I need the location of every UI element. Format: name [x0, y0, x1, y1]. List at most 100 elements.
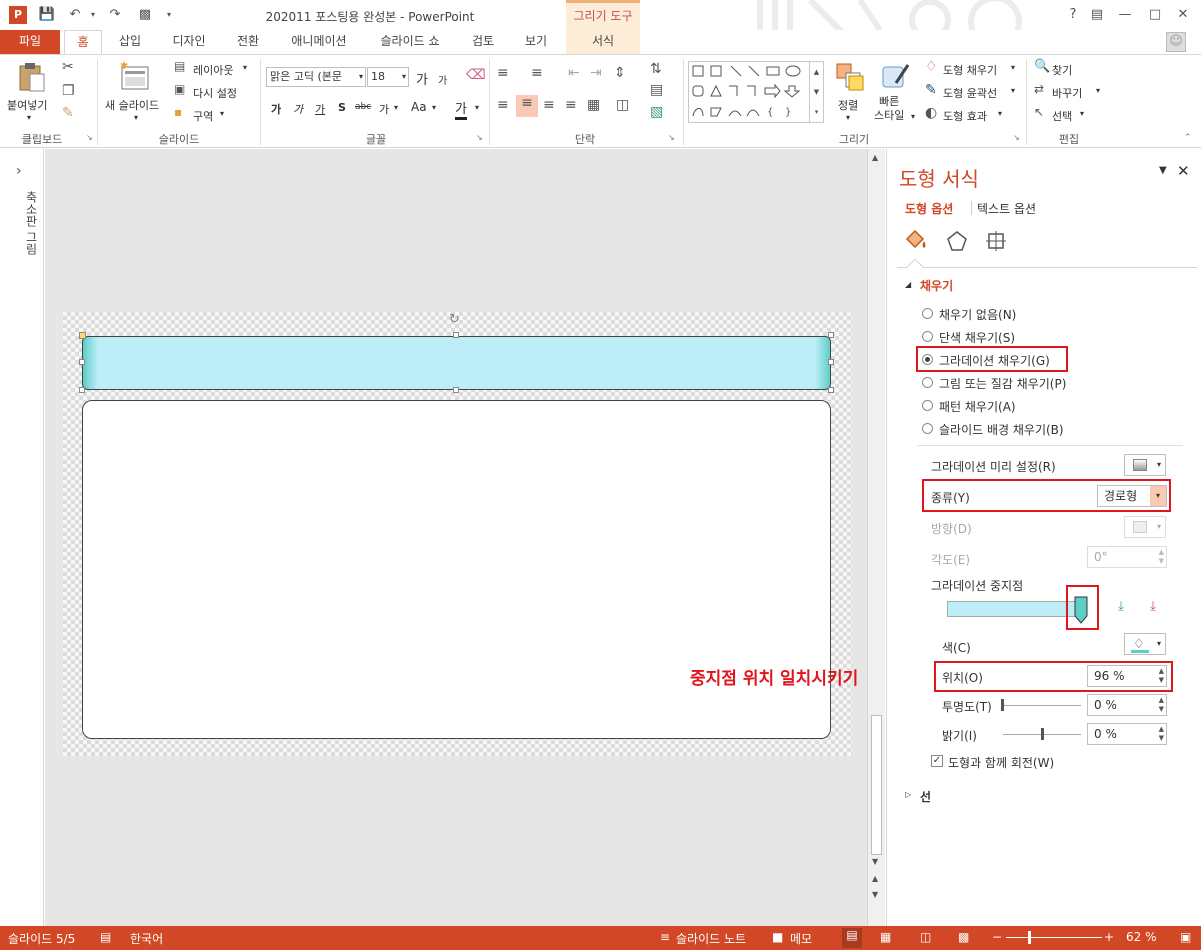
change-case-dropdown-icon[interactable]: ▾ — [432, 103, 436, 112]
decrease-indent-icon[interactable]: ⇤ — [568, 65, 580, 81]
quick-styles-button[interactable]: 빠른 스타일 — [874, 95, 904, 123]
tab-format[interactable]: 서식 — [566, 30, 640, 54]
align-text-icon[interactable]: ▤ — [650, 82, 663, 98]
text-shadow-button[interactable]: S — [338, 101, 346, 114]
scroll-up-icon[interactable]: ▲ — [872, 153, 878, 162]
close-button[interactable]: ✕ — [1172, 6, 1194, 24]
tab-transitions[interactable]: 전환 — [224, 30, 272, 54]
align-left-icon[interactable]: ≡ — [497, 97, 509, 113]
comments-button[interactable]: 메모 — [790, 930, 812, 947]
brightness-slider-thumb[interactable] — [1041, 728, 1044, 740]
add-gradient-stop-icon[interactable]: ⤓ — [1111, 599, 1131, 621]
selection-handle[interactable] — [828, 359, 834, 365]
stop-color-dropdown[interactable]: ♢ ▾ — [1124, 633, 1166, 655]
font-color-dropdown-icon[interactable]: ▾ — [475, 103, 479, 112]
italic-button[interactable]: 가 — [293, 101, 303, 117]
preset-gradients-dropdown[interactable]: ▾ — [1124, 454, 1166, 476]
font-name-dropdown-icon[interactable]: ▾ — [359, 68, 363, 86]
line-section-header[interactable]: 선 — [920, 788, 931, 805]
font-name-combo[interactable]: 맑은 고딕 (본문 ▾ — [266, 67, 366, 87]
arrange-icon[interactable] — [834, 61, 866, 93]
gradient-stops-bar[interactable] — [947, 601, 1085, 617]
tab-view[interactable]: 보기 — [514, 30, 558, 54]
text-direction-icon[interactable]: ⇅ — [650, 61, 662, 77]
selection-handle[interactable] — [79, 332, 86, 339]
cut-icon[interactable]: ✂ — [62, 59, 74, 75]
quick-styles-icon[interactable] — [880, 61, 912, 93]
section-dropdown-icon[interactable]: ▾ — [220, 109, 224, 118]
justify-icon[interactable]: ≡ — [565, 97, 577, 113]
shape-outline-icon[interactable]: ✎ — [925, 82, 937, 98]
selection-handle[interactable] — [453, 387, 459, 393]
selection-handle[interactable] — [453, 332, 459, 338]
tab-design[interactable]: 디자인 — [160, 30, 218, 54]
language-indicator[interactable]: 한국어 — [130, 930, 163, 947]
fill-picture-radio[interactable] — [922, 377, 933, 388]
fill-section-header[interactable]: 채우기 — [920, 277, 953, 294]
pane-options-dropdown-icon[interactable]: ▼ — [1159, 165, 1167, 176]
section-button[interactable]: 구역 — [193, 108, 213, 124]
distributed-icon[interactable]: ▦ — [587, 97, 600, 113]
copy-icon[interactable]: ❐ — [62, 83, 75, 99]
selection-handle[interactable] — [828, 332, 834, 338]
fill-slide-background-label[interactable]: 슬라이드 배경 채우기(B) — [939, 421, 1064, 438]
ribbon-display-options-button[interactable]: ▤ — [1086, 6, 1108, 24]
format-painter-icon[interactable]: ✎ — [62, 105, 74, 121]
paragraph-launcher-icon[interactable]: ↘ — [668, 133, 675, 142]
fill-solid-label[interactable]: 단색 채우기(S) — [939, 329, 1015, 346]
tab-slideshow[interactable]: 슬라이드 쇼 — [368, 30, 452, 54]
transparency-spin-arrows[interactable]: ▲ ▼ — [1159, 696, 1164, 714]
brightness-spin-arrows[interactable]: ▲ ▼ — [1159, 725, 1164, 743]
shrink-font-button[interactable]: 가 — [438, 72, 447, 87]
brightness-spinner[interactable]: 0 % ▲ ▼ — [1087, 723, 1167, 745]
maximize-button[interactable]: □ — [1144, 6, 1166, 24]
font-color-button[interactable]: 가 — [455, 98, 467, 120]
select-icon[interactable]: ↖ — [1034, 105, 1044, 119]
comments-icon[interactable]: ■ — [772, 930, 783, 944]
clear-formatting-icon[interactable]: ⌫ — [466, 67, 486, 83]
rotation-handle-icon[interactable]: ↻ — [449, 312, 460, 327]
selection-handle[interactable] — [828, 387, 834, 393]
normal-view-icon[interactable]: ▤ — [842, 928, 862, 948]
zoom-slider-track[interactable] — [1006, 937, 1102, 938]
replace-icon[interactable]: ⇄ — [1034, 82, 1044, 96]
font-size-dropdown-icon[interactable]: ▾ — [402, 68, 406, 86]
slide-sorter-icon[interactable]: ▦ — [880, 930, 891, 944]
strikethrough-button[interactable]: abc — [355, 102, 371, 112]
shape-fill-button[interactable]: 도형 채우기 — [943, 62, 997, 78]
fill-pattern-label[interactable]: 패턴 채우기(A) — [939, 398, 1016, 415]
transparency-spinner[interactable]: 0 % ▲ ▼ — [1087, 694, 1167, 716]
shape-effects-dropdown-icon[interactable]: ▾ — [998, 109, 1002, 118]
zoom-slider-thumb[interactable] — [1028, 931, 1031, 944]
fill-none-radio[interactable] — [922, 308, 933, 319]
notes-icon[interactable]: ≡ — [660, 930, 670, 944]
font-size-combo[interactable]: 18 ▾ — [367, 67, 409, 87]
line-section-toggle-icon[interactable]: ▷ — [905, 790, 911, 799]
grow-font-button[interactable]: 가 — [416, 69, 428, 88]
layout-icon[interactable]: ▤ — [174, 59, 185, 73]
effects-icon[interactable] — [945, 229, 969, 253]
new-slide-dropdown-icon[interactable]: ▾ — [134, 113, 138, 122]
reset-icon[interactable]: ▣ — [174, 82, 185, 96]
notes-button[interactable]: 슬라이드 노트 — [676, 930, 746, 947]
shape-outline-button[interactable]: 도형 윤곽선 — [943, 85, 997, 101]
layout-dropdown-icon[interactable]: ▾ — [243, 63, 247, 72]
fill-pattern-radio[interactable] — [922, 400, 933, 411]
replace-dropdown-icon[interactable]: ▾ — [1096, 86, 1100, 95]
scroll-thumb[interactable] — [871, 715, 882, 855]
fill-picture-label[interactable]: 그림 또는 질감 채우기(P) — [939, 375, 1066, 392]
change-case-button[interactable]: Aa — [411, 100, 427, 114]
paste-icon[interactable] — [16, 61, 48, 93]
arrange-dropdown-icon[interactable]: ▾ — [846, 113, 850, 122]
title-banner-shape[interactable] — [82, 336, 831, 390]
reset-button[interactable]: 다시 설정 — [193, 85, 237, 101]
columns-icon[interactable]: ◫ — [616, 97, 629, 113]
quick-styles-dropdown-icon[interactable]: ▾ — [911, 112, 915, 121]
clipboard-launcher-icon[interactable]: ↘ — [86, 133, 93, 142]
drawing-launcher-icon[interactable]: ↘ — [1013, 133, 1020, 142]
character-spacing-button[interactable]: 가 — [379, 101, 389, 117]
tab-insert[interactable]: 삽입 — [108, 30, 152, 54]
arrange-button[interactable]: 정렬 — [838, 97, 858, 113]
fill-section-toggle-icon[interactable]: ◢ — [905, 280, 911, 289]
tab-animations[interactable]: 애니메이션 — [280, 30, 358, 54]
